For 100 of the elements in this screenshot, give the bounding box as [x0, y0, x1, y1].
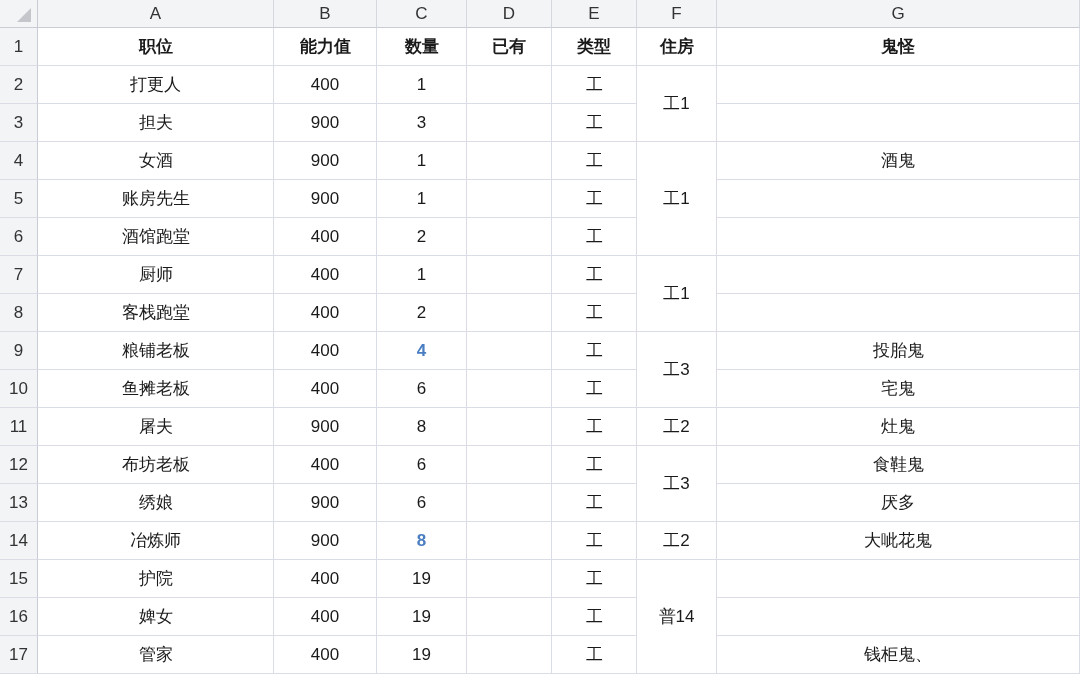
table-cell: 粮铺老板 [38, 332, 274, 370]
table-cell: 大呲花鬼 [717, 522, 1080, 560]
table-cell: 工 [552, 332, 637, 370]
table-cell: 8 [377, 522, 467, 560]
select-all-icon[interactable] [17, 8, 31, 22]
row-header[interactable]: 11 [0, 408, 38, 446]
table-cell: 酒鬼 [717, 142, 1080, 180]
table-cell: 900 [274, 142, 377, 180]
column-header[interactable]: A [38, 0, 274, 28]
table-cell: 食鞋鬼 [717, 446, 1080, 484]
table-cell: 400 [274, 560, 377, 598]
table-cell: 400 [274, 636, 377, 674]
column-header[interactable]: F [637, 0, 717, 28]
merged-cell: 工1 [637, 256, 717, 332]
column-header[interactable]: C [377, 0, 467, 28]
table-cell: 担夫 [38, 104, 274, 142]
table-cell: 400 [274, 294, 377, 332]
row-header[interactable]: 13 [0, 484, 38, 522]
table-cell: 900 [274, 484, 377, 522]
table-cell: 工 [552, 294, 637, 332]
table-cell: 400 [274, 218, 377, 256]
table-cell: 400 [274, 332, 377, 370]
table-cell: 工 [552, 522, 637, 560]
table-cell: 工 [552, 408, 637, 446]
header-cell: 已有 [467, 28, 552, 66]
table-cell: 6 [377, 370, 467, 408]
table-cell: 1 [377, 142, 467, 180]
table-cell: 账房先生 [38, 180, 274, 218]
table-cell: 布坊老板 [38, 446, 274, 484]
table-cell: 2 [377, 294, 467, 332]
table-cell: 400 [274, 370, 377, 408]
column-header[interactable]: E [552, 0, 637, 28]
column-header[interactable]: G [717, 0, 1080, 28]
header-cell: 鬼怪 [717, 28, 1080, 66]
table-cell: 投胎鬼 [717, 332, 1080, 370]
row-header[interactable]: 17 [0, 636, 38, 674]
table-cell: 6 [377, 484, 467, 522]
row-header[interactable]: 2 [0, 66, 38, 104]
table-cell: 19 [377, 636, 467, 674]
row-header[interactable]: 15 [0, 560, 38, 598]
table-cell: 400 [274, 598, 377, 636]
row-header[interactable]: 4 [0, 142, 38, 180]
row-header[interactable]: 12 [0, 446, 38, 484]
table-cell: 酒馆跑堂 [38, 218, 274, 256]
column-header[interactable]: B [274, 0, 377, 28]
table-cell: 1 [377, 66, 467, 104]
row-header[interactable]: 6 [0, 218, 38, 256]
table-cell: 管家 [38, 636, 274, 674]
row-header[interactable]: 5 [0, 180, 38, 218]
header-cell: 职位 [38, 28, 274, 66]
table-cell: 19 [377, 598, 467, 636]
row-header[interactable]: 16 [0, 598, 38, 636]
table-cell: 工 [552, 484, 637, 522]
table-cell: 1 [377, 180, 467, 218]
merged-cell: 工3 [637, 446, 717, 522]
table-cell: 工 [552, 446, 637, 484]
table-cell: 900 [274, 104, 377, 142]
table-cell: 4 [377, 332, 467, 370]
table-cell: 打更人 [38, 66, 274, 104]
merged-cell: 工1 [637, 142, 717, 256]
table-cell: 工 [552, 370, 637, 408]
row-header[interactable]: 14 [0, 522, 38, 560]
table-cell: 厨师 [38, 256, 274, 294]
table-cell: 工 [552, 636, 637, 674]
row-header[interactable]: 7 [0, 256, 38, 294]
table-cell: 8 [377, 408, 467, 446]
table-cell: 鱼摊老板 [38, 370, 274, 408]
row-header[interactable]: 9 [0, 332, 38, 370]
table-cell: 工 [552, 560, 637, 598]
merged-cell: 工2 [637, 522, 717, 560]
header-cell: 类型 [552, 28, 637, 66]
table-cell: 女酒 [38, 142, 274, 180]
row-header[interactable]: 1 [0, 28, 38, 66]
merged-cell: 普14 [637, 560, 717, 674]
table-cell: 冶炼师 [38, 522, 274, 560]
table-cell: 400 [274, 256, 377, 294]
column-header[interactable]: D [467, 0, 552, 28]
table-cell: 工 [552, 104, 637, 142]
table-cell: 工 [552, 142, 637, 180]
table-cell: 屠夫 [38, 408, 274, 446]
table-cell: 900 [274, 408, 377, 446]
row-header[interactable]: 10 [0, 370, 38, 408]
header-cell: 数量 [377, 28, 467, 66]
row-header[interactable]: 8 [0, 294, 38, 332]
row-header[interactable]: 3 [0, 104, 38, 142]
table-cell: 19 [377, 560, 467, 598]
header-cell: 住房 [637, 28, 717, 66]
table-cell: 厌多 [717, 484, 1080, 522]
table-cell: 400 [274, 446, 377, 484]
table-cell: 2 [377, 218, 467, 256]
table-cell: 6 [377, 446, 467, 484]
table-cell: 钱柜鬼、 [717, 636, 1080, 674]
table-cell: 1 [377, 256, 467, 294]
table-cell: 400 [274, 66, 377, 104]
merged-cell: 工2 [637, 408, 717, 446]
table-cell: 工 [552, 256, 637, 294]
table-cell: 工 [552, 218, 637, 256]
merged-cell: 工1 [637, 66, 717, 142]
table-cell: 灶鬼 [717, 408, 1080, 446]
table-cell: 护院 [38, 560, 274, 598]
